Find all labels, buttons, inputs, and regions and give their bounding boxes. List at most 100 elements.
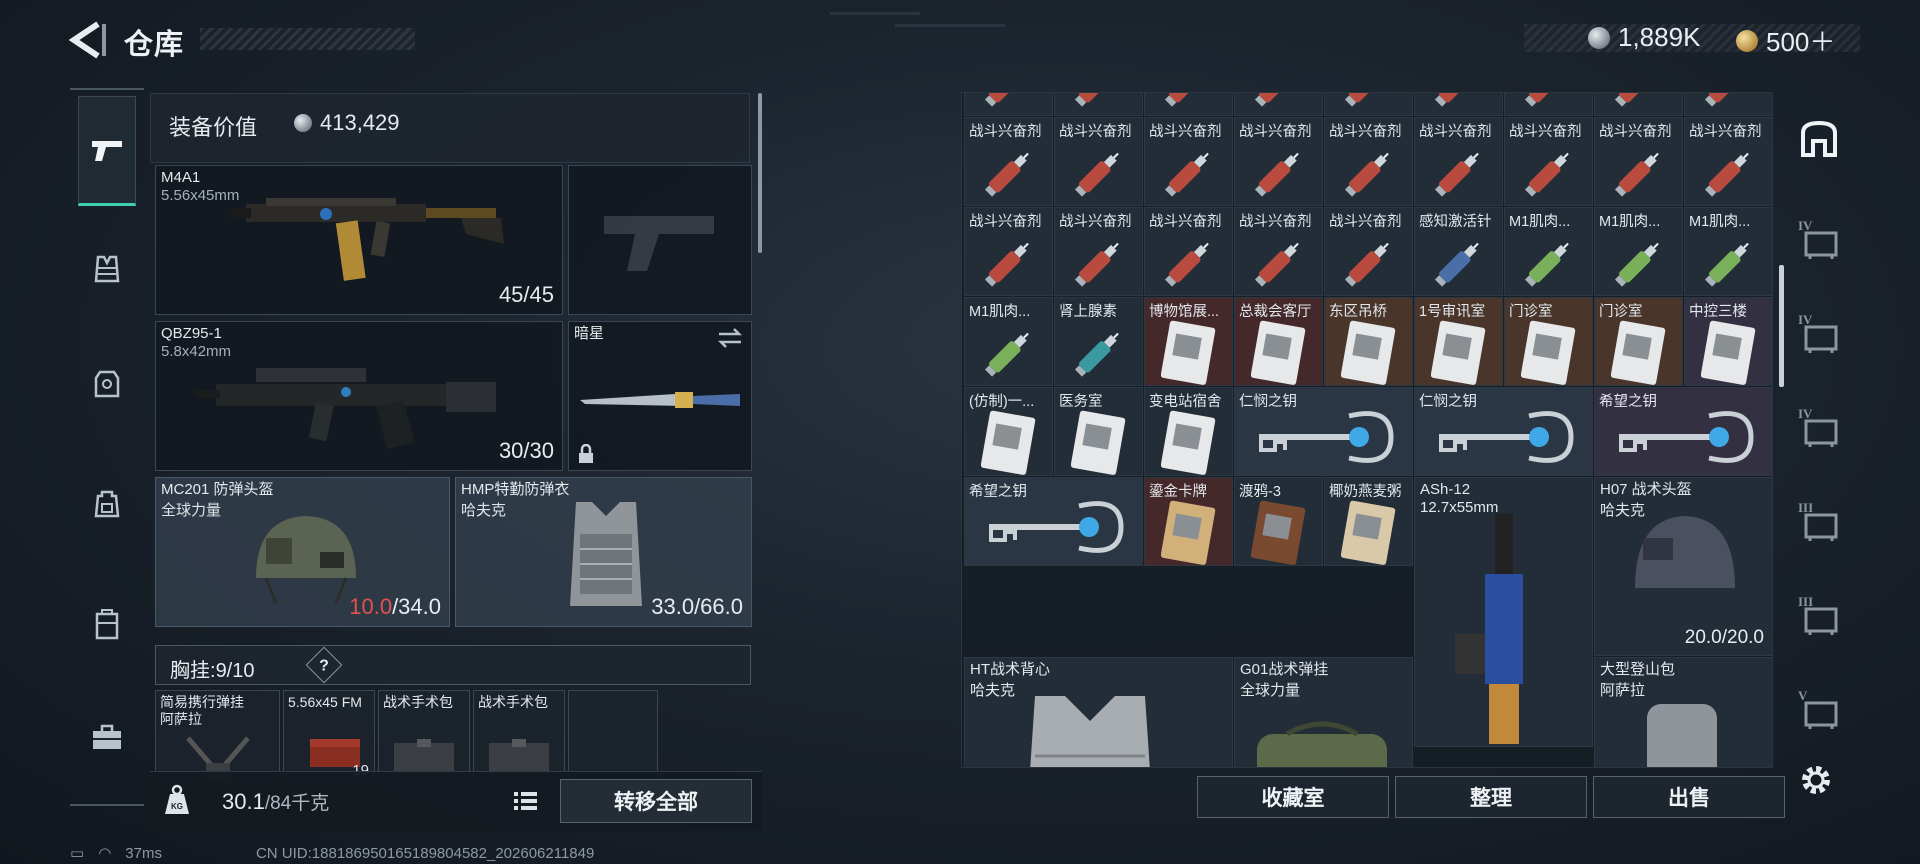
- storage-item[interactable]: 门诊室: [1594, 297, 1683, 386]
- storage-item[interactable]: 椰奶燕麦粥: [1324, 477, 1413, 566]
- nav-toolbox[interactable]: [78, 708, 136, 766]
- storage-item[interactable]: 战斗兴奋剂: [1144, 117, 1233, 206]
- storage-item[interactable]: 战斗兴奋剂: [1054, 207, 1143, 296]
- storage-item[interactable]: [1324, 93, 1413, 116]
- storage-item[interactable]: [1234, 93, 1323, 116]
- weight-current: 30.1: [222, 789, 265, 814]
- storage-item[interactable]: 变电站宿舍: [1144, 387, 1233, 476]
- storage-item[interactable]: 中控三楼: [1684, 297, 1772, 386]
- storage-item[interactable]: 博物馆展...: [1144, 297, 1233, 386]
- weight-max: /84千克: [264, 793, 330, 814]
- storage-item[interactable]: [1414, 93, 1503, 116]
- settings-gear-icon[interactable]: [1796, 760, 1836, 800]
- helmet-slot[interactable]: MC201 防弹头盔 全球力量 10.0/34.0: [155, 477, 450, 627]
- storage-item[interactable]: 战斗兴奋剂: [1504, 117, 1593, 206]
- keycard-image: [1521, 320, 1576, 385]
- qbz95-rifle-image: [196, 368, 496, 450]
- gold-currency[interactable]: 500＋: [1736, 22, 1835, 59]
- storage-item[interactable]: 战斗兴奋剂: [1324, 117, 1413, 206]
- svg-text:KG: KG: [171, 802, 183, 811]
- storage-item[interactable]: 希望之钥: [1594, 387, 1772, 476]
- rig-medkit-item[interactable]: 战术手术包: [378, 690, 470, 782]
- storage-item[interactable]: M1肌肉...: [1504, 207, 1593, 296]
- secondary-weapon-slot[interactable]: QBZ95-1 5.8x42mm 30/30: [155, 321, 563, 471]
- storage-item[interactable]: 战斗兴奋剂: [1144, 207, 1233, 296]
- storage-item[interactable]: 战斗兴奋剂: [1684, 117, 1772, 206]
- rig-container-item[interactable]: 简易携行弹挂 阿萨拉: [155, 690, 280, 782]
- large-backpack-item[interactable]: 大型登山包 阿萨拉: [1594, 657, 1772, 767]
- storage-page-tab[interactable]: IV: [1796, 312, 1842, 358]
- storage-item[interactable]: [1054, 93, 1143, 116]
- storage-item[interactable]: 战斗兴奋剂: [1414, 117, 1503, 206]
- storage-item[interactable]: (仿制)一...: [964, 387, 1053, 476]
- loadout-scrollbar[interactable]: [758, 93, 762, 253]
- storage-item[interactable]: 总裁会客厅: [1234, 297, 1323, 386]
- storage-page-tab[interactable]: III: [1796, 594, 1842, 640]
- storage-item[interactable]: 鎏金卡牌: [1144, 477, 1233, 566]
- storage-item[interactable]: 战斗兴奋剂: [964, 207, 1053, 296]
- storage-item[interactable]: 仁悯之钥: [1414, 387, 1593, 476]
- helmet-image: [256, 516, 356, 604]
- nav-backpack[interactable]: [78, 475, 136, 533]
- storage-scrollbar[interactable]: [1779, 265, 1784, 387]
- storage-item[interactable]: 1号审讯室: [1414, 297, 1503, 386]
- rig-ammo-item[interactable]: 5.56x45 FM 19: [283, 690, 375, 782]
- back-button[interactable]: [68, 18, 112, 62]
- primary-weapon-slot[interactable]: M4A1 5.56x45mm 45/45: [155, 165, 563, 315]
- storage-item[interactable]: 希望之钥: [964, 477, 1143, 566]
- storage-page-tab[interactable]: III: [1796, 500, 1842, 546]
- injector-image: [1074, 242, 1119, 287]
- storage-item[interactable]: M1肌肉...: [1594, 207, 1683, 296]
- storage-item[interactable]: M1肌肉...: [1684, 207, 1772, 296]
- storage-item[interactable]: 战斗兴奋剂: [964, 117, 1053, 206]
- item-name: 东区吊桥: [1329, 304, 1387, 320]
- storage-item[interactable]: 感知激活针: [1414, 207, 1503, 296]
- storage-item[interactable]: 东区吊桥: [1324, 297, 1413, 386]
- help-icon[interactable]: ?: [305, 646, 343, 684]
- list-icon[interactable]: [510, 786, 540, 816]
- storage-item[interactable]: 战斗兴奋剂: [1054, 117, 1143, 206]
- weight-bar: KG 30.1/84千克 转移全部: [150, 771, 762, 831]
- storage-home-tab[interactable]: [1796, 116, 1842, 162]
- nav-container[interactable]: [78, 595, 136, 653]
- body-armor-slot[interactable]: HMP特勤防弹衣 哈夫克 33.0/66.0: [455, 477, 752, 627]
- storage-item[interactable]: 肾上腺素: [1054, 297, 1143, 386]
- g01-rig-item[interactable]: G01战术弹挂全球力量13: [1234, 657, 1413, 767]
- nav-helmet[interactable]: [78, 355, 136, 413]
- sort-button[interactable]: 整理: [1395, 776, 1587, 818]
- storage-item[interactable]: [1504, 93, 1593, 116]
- storage-item[interactable]: 仁悯之钥: [1234, 387, 1413, 476]
- storage-item[interactable]: M1肌肉...: [964, 297, 1053, 386]
- melee-slot[interactable]: 暗星: [568, 321, 752, 471]
- storage-item[interactable]: 战斗兴奋剂: [1234, 117, 1323, 206]
- rig-empty-slot[interactable]: [568, 690, 658, 782]
- pistol-slot-empty[interactable]: [568, 165, 752, 315]
- body-armor-image: [570, 502, 642, 606]
- rig-medkit-item[interactable]: 战术手术包: [473, 690, 565, 782]
- swap-icon[interactable]: [717, 328, 743, 348]
- storage-page-tab[interactable]: V: [1796, 688, 1842, 734]
- h07-helmet-item[interactable]: H07 战术头盔 哈夫克 20.0/20.0: [1594, 477, 1772, 656]
- sell-button[interactable]: 出售: [1593, 776, 1785, 818]
- storage-item[interactable]: [1594, 93, 1683, 116]
- injector-image: [1344, 242, 1389, 287]
- storage-item[interactable]: 战斗兴奋剂: [1594, 117, 1683, 206]
- storage-item[interactable]: [1684, 93, 1772, 116]
- nav-weapons[interactable]: [78, 96, 136, 206]
- storage-page-tab[interactable]: IV: [1796, 406, 1842, 452]
- storage-item[interactable]: 渡鸦-3: [1234, 477, 1323, 566]
- storage-item[interactable]: [964, 93, 1053, 116]
- storage-item[interactable]: 战斗兴奋剂: [1234, 207, 1323, 296]
- storage-item[interactable]: [1144, 93, 1233, 116]
- nav-armor[interactable]: [78, 240, 136, 298]
- item-name: 战斗兴奋剂: [1239, 124, 1312, 140]
- storage-item[interactable]: 战斗兴奋剂: [1324, 207, 1413, 296]
- ht-vest-item[interactable]: HT战术背心 哈夫克: [964, 657, 1233, 767]
- gold-coin-icon: [1736, 29, 1758, 52]
- storage-page-tab[interactable]: IV: [1796, 218, 1842, 264]
- storage-item[interactable]: 门诊室: [1504, 297, 1593, 386]
- storage-item[interactable]: 医务室: [1054, 387, 1143, 476]
- collection-room-button[interactable]: 收藏室: [1197, 776, 1389, 818]
- transfer-all-button[interactable]: 转移全部: [560, 779, 752, 823]
- ash12-rifle-item[interactable]: ASh-12 12.7x55mm: [1414, 477, 1593, 747]
